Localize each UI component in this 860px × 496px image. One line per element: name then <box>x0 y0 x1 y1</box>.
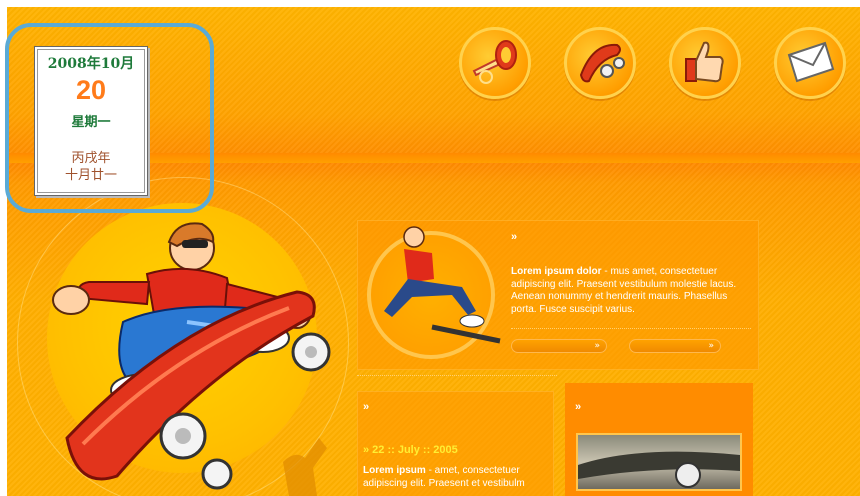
featured-text: Lorem ipsum dolor - mus amet, consectetu… <box>511 266 755 316</box>
gallery-arrow: » <box>575 401 582 413</box>
calendar-year-month: 2008年10月 <box>47 56 135 72</box>
gallery-photo[interactable] <box>576 433 742 491</box>
calendar-lunar-year: 丙戌年 <box>71 151 111 166</box>
skater-illustration <box>52 222 331 496</box>
news-text: Lorem ipsum - amet, consectetuer adipisc… <box>363 465 549 490</box>
calendar-widget[interactable]: 2008年10月 20 星期一 丙戌年 十月廿一 <box>34 46 148 196</box>
screenshot: » Lorem ipsum dolor - mus amet, consecte… <box>0 0 860 496</box>
calendar-lunar: 丙戌年 十月廿一 <box>35 150 147 184</box>
envelope-button[interactable] <box>774 27 846 99</box>
thumbs-up-icon <box>685 41 724 83</box>
thumbs-up-button[interactable] <box>669 27 741 99</box>
featured-link-1[interactable]: » <box>511 339 607 353</box>
calendar-weekday: 星期一 <box>71 115 111 130</box>
calendar-day: 20 <box>75 75 107 105</box>
featured-heading: Lorem ipsum dolor <box>511 266 602 277</box>
featured-divider <box>511 328 751 329</box>
skateboard-button[interactable] <box>564 27 636 99</box>
featured-arrow: » <box>511 231 518 243</box>
section-divider <box>357 375 557 376</box>
trumpet-icon <box>472 40 517 84</box>
skateboard-icon <box>579 43 625 83</box>
skater-thumb <box>384 226 501 344</box>
featured-link-2[interactable]: » <box>629 339 721 353</box>
news-heading: Lorem ipsum <box>363 465 426 476</box>
skate-wheel-photo <box>578 451 740 488</box>
envelope-icon <box>787 41 835 83</box>
news-arrow: » <box>363 401 370 413</box>
trumpet-button[interactable] <box>459 27 531 99</box>
news-date: » 22 :: July :: 2005 <box>363 444 458 456</box>
calendar-lunar-date: 十月廿一 <box>64 168 117 183</box>
